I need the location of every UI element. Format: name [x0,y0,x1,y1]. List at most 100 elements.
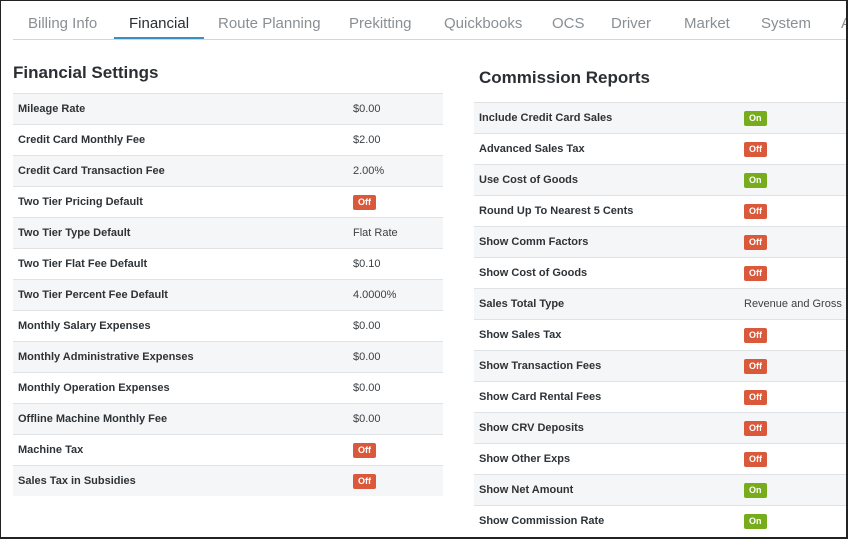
setting-label: Monthly Administrative Expenses [13,341,348,373]
setting-row-sales-tax-in-subsidies: Sales Tax in Subsidies Off [13,465,443,496]
setting-label: Two Tier Flat Fee Default [13,248,348,280]
setting-value: $2.00 [348,124,443,156]
setting-row-round-up-to-nearest-5-cents: Round Up To Nearest 5 Cents Off [474,195,846,227]
setting-label: Show Cost of Goods [474,257,739,289]
setting-label: Include Credit Card Sales [474,102,739,134]
setting-value: $0.00 [348,341,443,373]
tab-financial[interactable]: Financial [114,1,205,39]
setting-row-include-credit-card-sales: Include Credit Card Sales On [474,102,846,134]
toggle-show-card-rental-fees[interactable]: Off [744,389,767,405]
setting-toggle-cell: Off [739,381,846,413]
setting-toggle-cell: Off [739,319,846,351]
setting-row-two-tier-flat-fee-default: Two Tier Flat Fee Default $0.10 [13,248,443,280]
setting-value: Revenue and Gross [739,288,846,320]
setting-toggle-cell: Off [739,412,846,444]
setting-value: 2.00% [348,155,443,187]
setting-label: Mileage Rate [13,93,348,125]
setting-label: Machine Tax [13,434,348,466]
tab-market[interactable]: Market [669,1,745,39]
setting-label: Show Net Amount [474,474,739,506]
setting-label: Credit Card Transaction Fee [13,155,348,187]
tab-driver[interactable]: Driver [596,1,666,39]
toggle-use-cost-of-goods[interactable]: On [744,172,767,188]
setting-label: Sales Tax in Subsidies [13,465,348,496]
tab-billing-info[interactable]: Billing Info [13,1,112,39]
setting-toggle-cell: Off [348,465,443,496]
setting-row-machine-tax: Machine Tax Off [13,434,443,466]
toggle-include-credit-card-sales[interactable]: On [744,110,767,126]
commission-reports-table: Include Credit Card Sales On Advanced Sale… [474,102,846,536]
setting-toggle-cell: Off [739,350,846,382]
setting-row-two-tier-pricing-default: Two Tier Pricing Default Off [13,186,443,218]
toggle-sales-tax-in-subsidies[interactable]: Off [353,473,376,489]
setting-row-advanced-sales-tax: Advanced Sales Tax Off [474,133,846,165]
setting-value: $0.00 [348,310,443,342]
setting-row-mileage-rate: Mileage Rate $0.00 [13,93,443,125]
setting-label: Show Card Rental Fees [474,381,739,413]
setting-value: $0.10 [348,248,443,280]
setting-toggle-cell: On [739,102,846,134]
setting-toggle-cell: Off [739,257,846,289]
setting-row-show-commission-rate: Show Commission Rate On [474,505,846,536]
setting-label: Show Comm Factors [474,226,739,258]
toggle-advanced-sales-tax[interactable]: Off [744,141,767,157]
tab-route-planning[interactable]: Route Planning [203,1,336,39]
setting-row-credit-card-monthly-fee: Credit Card Monthly Fee $2.00 [13,124,443,156]
setting-row-show-transaction-fees: Show Transaction Fees Off [474,350,846,382]
settings-window: Billing Info Financial Route Planning Preki… [0,0,848,539]
tab-ocs[interactable]: OCS [537,1,600,39]
setting-label: Two Tier Percent Fee Default [13,279,348,311]
setting-label: Two Tier Pricing Default [13,186,348,218]
setting-row-show-crv-deposits: Show CRV Deposits Off [474,412,846,444]
setting-label: Show Sales Tax [474,319,739,351]
setting-value: $0.00 [348,403,443,435]
setting-row-monthly-salary-expenses: Monthly Salary Expenses $0.00 [13,310,443,342]
setting-toggle-cell: On [739,164,846,196]
setting-row-show-card-rental-fees: Show Card Rental Fees Off [474,381,846,413]
tab-a[interactable]: A [826,1,846,39]
setting-value: 4.0000% [348,279,443,311]
setting-toggle-cell: Off [739,195,846,227]
toggle-show-commission-rate[interactable]: On [744,513,767,529]
setting-value: $0.00 [348,372,443,404]
setting-toggle-cell: Off [348,434,443,466]
setting-label: Show CRV Deposits [474,412,739,444]
toggle-show-comm-factors[interactable]: Off [744,234,767,250]
setting-toggle-cell: Off [348,186,443,218]
setting-row-monthly-administrative-expenses: Monthly Administrative Expenses $0.00 [13,341,443,373]
toggle-show-other-exps[interactable]: Off [744,451,767,467]
setting-label: Monthly Operation Expenses [13,372,348,404]
tab-prekitting[interactable]: Prekitting [334,1,427,39]
toggle-show-transaction-fees[interactable]: Off [744,358,767,374]
setting-toggle-cell: Off [739,226,846,258]
toggle-round-up-to-nearest-5-cents[interactable]: Off [744,203,767,219]
setting-label: Advanced Sales Tax [474,133,739,165]
tab-quickbooks[interactable]: Quickbooks [429,1,537,39]
toggle-show-sales-tax[interactable]: Off [744,327,767,343]
setting-row-two-tier-percent-fee-default: Two Tier Percent Fee Default 4.0000% [13,279,443,311]
setting-row-show-comm-factors: Show Comm Factors Off [474,226,846,258]
setting-row-two-tier-type-default: Two Tier Type Default Flat Rate [13,217,443,249]
setting-row-monthly-operation-expenses: Monthly Operation Expenses $0.00 [13,372,443,404]
setting-row-show-sales-tax: Show Sales Tax Off [474,319,846,351]
setting-label: Two Tier Type Default [13,217,348,249]
setting-row-sales-total-type: Sales Total Type Revenue and Gross [474,288,846,320]
toggle-show-cost-of-goods[interactable]: Off [744,265,767,281]
setting-label: Offline Machine Monthly Fee [13,403,348,435]
setting-label: Sales Total Type [474,288,739,320]
financial-settings-title: Financial Settings [13,63,159,82]
setting-toggle-cell: Off [739,443,846,475]
toggle-show-crv-deposits[interactable]: Off [744,420,767,436]
toggle-show-net-amount[interactable]: On [744,482,767,498]
setting-row-show-other-exps: Show Other Exps Off [474,443,846,475]
financial-settings-table: Mileage Rate $0.00 Credit Card Monthly Fee… [13,93,443,496]
setting-label: Credit Card Monthly Fee [13,124,348,156]
setting-value: $0.00 [348,93,443,125]
setting-toggle-cell: On [739,505,846,536]
toggle-machine-tax[interactable]: Off [353,442,376,458]
tab-system[interactable]: System [746,1,826,39]
setting-label: Show Commission Rate [474,505,739,536]
settings-tab-bar: Billing Info Financial Route Planning Preki… [13,1,846,40]
setting-toggle-cell: On [739,474,846,506]
toggle-two-tier-pricing-default[interactable]: Off [353,194,376,210]
